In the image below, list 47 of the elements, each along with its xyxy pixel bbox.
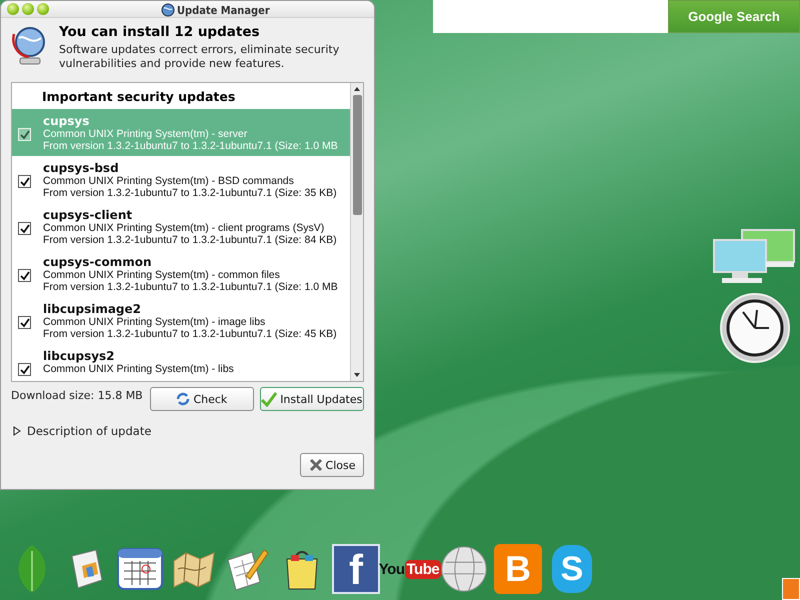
- description-expander[interactable]: Description of update: [1, 411, 374, 439]
- close-icon: [308, 458, 323, 472]
- check-button[interactable]: Check: [150, 387, 254, 411]
- package-name: cupsys-client: [43, 208, 134, 222]
- refresh-icon: [176, 392, 190, 406]
- package-name: cupsys: [43, 114, 90, 128]
- package-description: Common UNIX Printing System(tm) - BSD commands: [43, 175, 295, 187]
- calendar-icon[interactable]: [116, 547, 164, 591]
- clock-icon[interactable]: [719, 292, 791, 364]
- window-title: Update Manager: [177, 4, 270, 16]
- package-description: Common UNIX Printing System(tm) - server: [43, 128, 248, 140]
- corner-icon[interactable]: [782, 578, 800, 600]
- facebook-logo[interactable]: f: [332, 544, 380, 594]
- checkbox[interactable]: [18, 269, 31, 282]
- package-version: From version 1.3.2-1ubuntu7 to 1.3.2-1ubuntu7.1 (Size: 1.0 MB: [43, 140, 338, 152]
- package-description: Common UNIX Printing System(tm) - common files: [43, 269, 281, 281]
- close-window-icon[interactable]: [7, 3, 19, 15]
- download-size: Download size: 15.8 MB: [11, 388, 144, 402]
- package-version: From version 1.3.2-1ubuntu7 to 1.3.2-1ubuntu7.1 (Size: 35 KB): [43, 187, 337, 199]
- checkbox[interactable]: [18, 316, 31, 329]
- install-updates-button[interactable]: Install Updates: [260, 387, 364, 411]
- package-version: From version 1.3.2-1ubuntu7 to 1.3.2-1ubuntu7.1 (Size: 84 KB): [43, 234, 337, 246]
- puzzle-globe-icon[interactable]: [440, 544, 488, 594]
- globe-icon: [161, 3, 175, 17]
- package-name: cupsys-common: [43, 255, 152, 269]
- package-version: From version 1.3.2-1ubuntu7 to 1.3.2-1ubuntu7.1 (Size: 45 KB): [43, 328, 337, 340]
- package-version: From version 1.3.2-1ubuntu7 to 1.3.2-1ubuntu7.1 (Size: 1.0 MB: [43, 281, 338, 293]
- package-name: cupsys-bsd: [43, 161, 120, 175]
- updates-heading: You can install 12 updates: [59, 24, 261, 40]
- group-heading: Important security updates: [41, 88, 236, 106]
- package-description: Common UNIX Printing System(tm) - client programs (SysV): [43, 222, 326, 234]
- package-name: libcupsys2: [43, 349, 116, 363]
- network-computers-icon[interactable]: [712, 228, 798, 284]
- close-button[interactable]: Close: [300, 453, 364, 477]
- package-description: Common UNIX Printing System(tm) - image libs: [43, 316, 266, 328]
- expander-arrow-icon: [13, 426, 21, 436]
- minimize-window-icon[interactable]: [22, 3, 34, 15]
- updates-description: Software updates correct errors, eliminate security vulnerabilities and provide new features.: [59, 43, 340, 71]
- package-description: Common UNIX Printing System(tm) - libs: [43, 363, 234, 375]
- checkmark-icon: [261, 391, 278, 407]
- search-field[interactable]: [433, 0, 668, 33]
- package-name: libcupsimage2: [43, 302, 142, 316]
- scrollbar[interactable]: [350, 83, 363, 381]
- checkbox[interactable]: [18, 363, 31, 376]
- maximize-window-icon[interactable]: [37, 3, 49, 15]
- checkbox[interactable]: [18, 175, 31, 188]
- checkbox[interactable]: [18, 222, 31, 235]
